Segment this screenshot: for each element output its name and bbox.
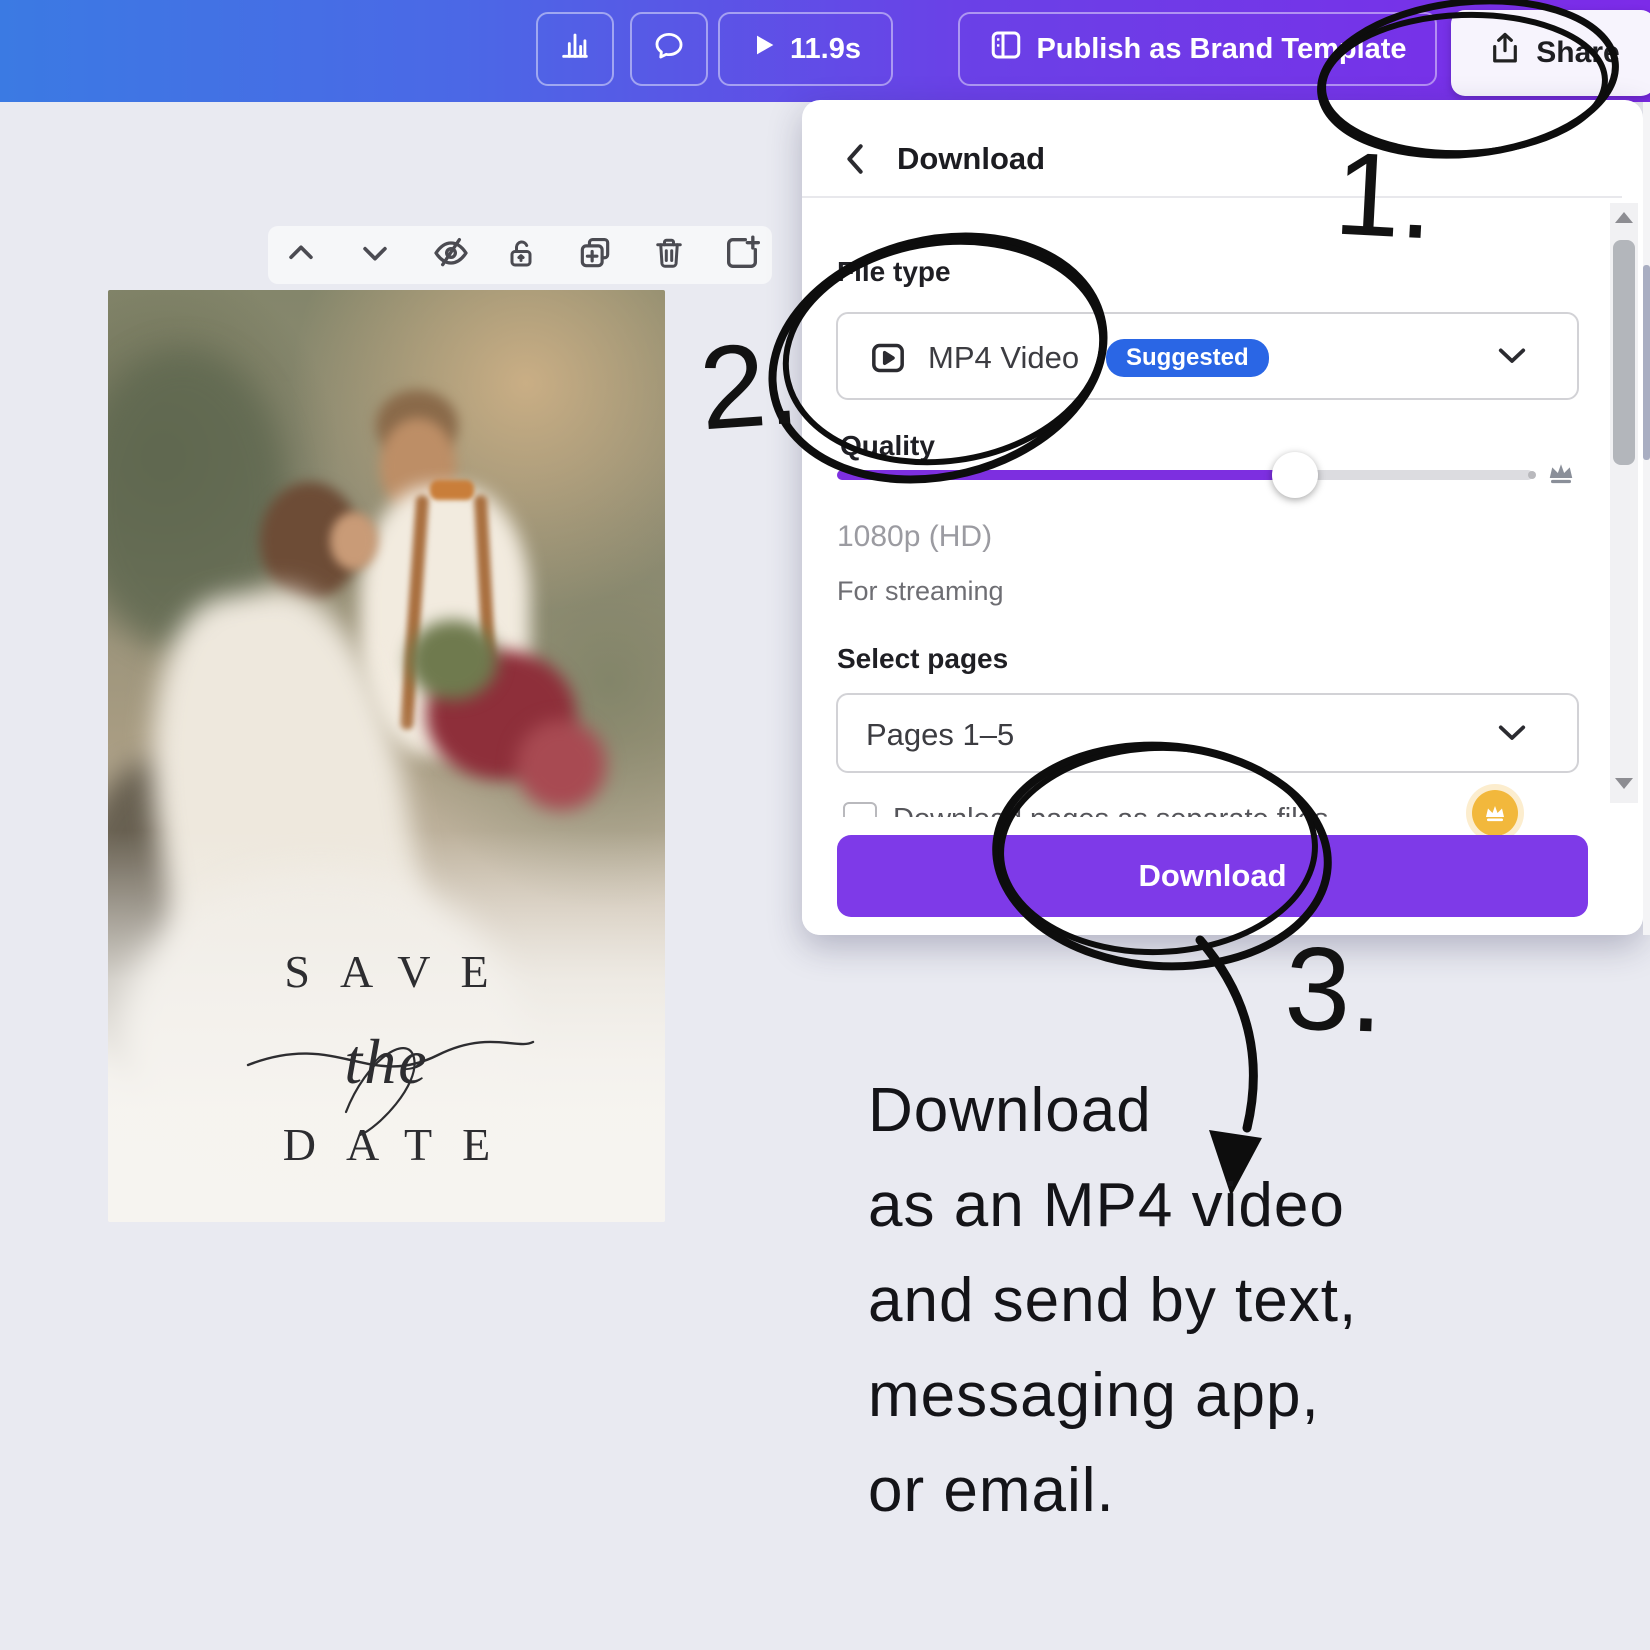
design-text-save: SAVE (108, 945, 665, 998)
step-2-number: 2. (695, 315, 803, 458)
file-type-dropdown[interactable]: MP4 Video Suggested (836, 312, 1579, 400)
chevron-down-icon (1497, 723, 1527, 748)
page-scrollbar-track[interactable] (1643, 102, 1650, 935)
unlock-icon (503, 235, 539, 276)
chevron-down-icon (358, 236, 392, 275)
hide-button[interactable] (429, 233, 473, 277)
insights-button[interactable] (536, 12, 614, 86)
panel-divider (802, 196, 1622, 198)
note-line-2: as an MP4 video (868, 1170, 1345, 1241)
lock-button[interactable] (499, 233, 543, 277)
canva-editor-screen: 11.9s Publish as Brand Template Share (0, 0, 1650, 1650)
quality-value: 1080p (HD) (837, 520, 992, 554)
file-type-label: File type (837, 256, 951, 288)
play-duration-button[interactable]: 11.9s (718, 12, 893, 86)
select-pages-dropdown[interactable]: Pages 1–5 (836, 693, 1579, 773)
trash-icon (651, 235, 687, 276)
select-pages-value: Pages 1–5 (866, 717, 1014, 753)
download-button[interactable]: Download (837, 835, 1588, 917)
note-line-3: and send by text, (868, 1265, 1357, 1336)
eye-off-icon (431, 233, 471, 278)
panel-scrollbar-thumb[interactable] (1613, 240, 1635, 465)
slider-end-dot (1528, 471, 1536, 479)
add-page-button[interactable] (716, 233, 768, 277)
brand-template-icon (988, 27, 1024, 71)
quality-slider-thumb[interactable] (1272, 452, 1318, 498)
share-label: Share (1536, 36, 1619, 70)
share-button[interactable]: Share (1451, 10, 1650, 96)
page-scrollbar-thumb[interactable] (1643, 265, 1650, 460)
note-line-4: messaging app, (868, 1360, 1320, 1431)
top-toolbar: 11.9s Publish as Brand Template Share (0, 0, 1650, 102)
publish-label: Publish as Brand Template (1036, 33, 1406, 66)
panel-title: Download (897, 141, 1045, 177)
step-1-number: 1. (1332, 126, 1437, 267)
panel-back-button[interactable] (842, 142, 868, 181)
quality-slider-fill (837, 470, 1277, 480)
move-down-button[interactable] (353, 233, 397, 277)
comments-button[interactable] (630, 12, 708, 86)
delete-button[interactable] (647, 233, 691, 277)
duration-label: 11.9s (790, 33, 861, 66)
download-button-label: Download (1138, 858, 1286, 894)
crown-icon (1546, 458, 1576, 493)
note-line-1: Download (868, 1075, 1152, 1146)
select-pages-label: Select pages (837, 643, 1008, 675)
play-icon (750, 31, 778, 67)
design-text-the: the (108, 1025, 665, 1099)
quality-label: Quality (840, 430, 935, 462)
pro-crown-badge (1472, 790, 1518, 836)
chevron-down-icon (1497, 346, 1527, 371)
scroll-up-arrow[interactable] (1615, 212, 1633, 223)
design-preview[interactable]: SAVE the DATE (108, 290, 665, 1222)
video-play-icon (868, 338, 908, 383)
scroll-down-arrow[interactable] (1615, 778, 1633, 789)
design-text-date: DATE (108, 1118, 665, 1171)
note-line-5: or email. (868, 1455, 1115, 1526)
share-upload-icon (1486, 30, 1524, 76)
duplicate-icon (576, 234, 614, 277)
duplicate-button[interactable] (573, 233, 617, 277)
suggested-badge: Suggested (1106, 339, 1269, 377)
comment-bubble-icon (652, 28, 686, 70)
chevron-left-icon (842, 163, 868, 180)
publish-brand-template-button[interactable]: Publish as Brand Template (958, 12, 1437, 86)
add-page-icon (722, 233, 762, 278)
quality-hint: For streaming (837, 576, 1004, 607)
move-up-button[interactable] (279, 233, 323, 277)
step-3-number: 3. (1283, 920, 1386, 1059)
chevron-up-icon (284, 236, 318, 275)
bar-chart-icon (558, 28, 592, 70)
file-type-value: MP4 Video (928, 340, 1079, 376)
